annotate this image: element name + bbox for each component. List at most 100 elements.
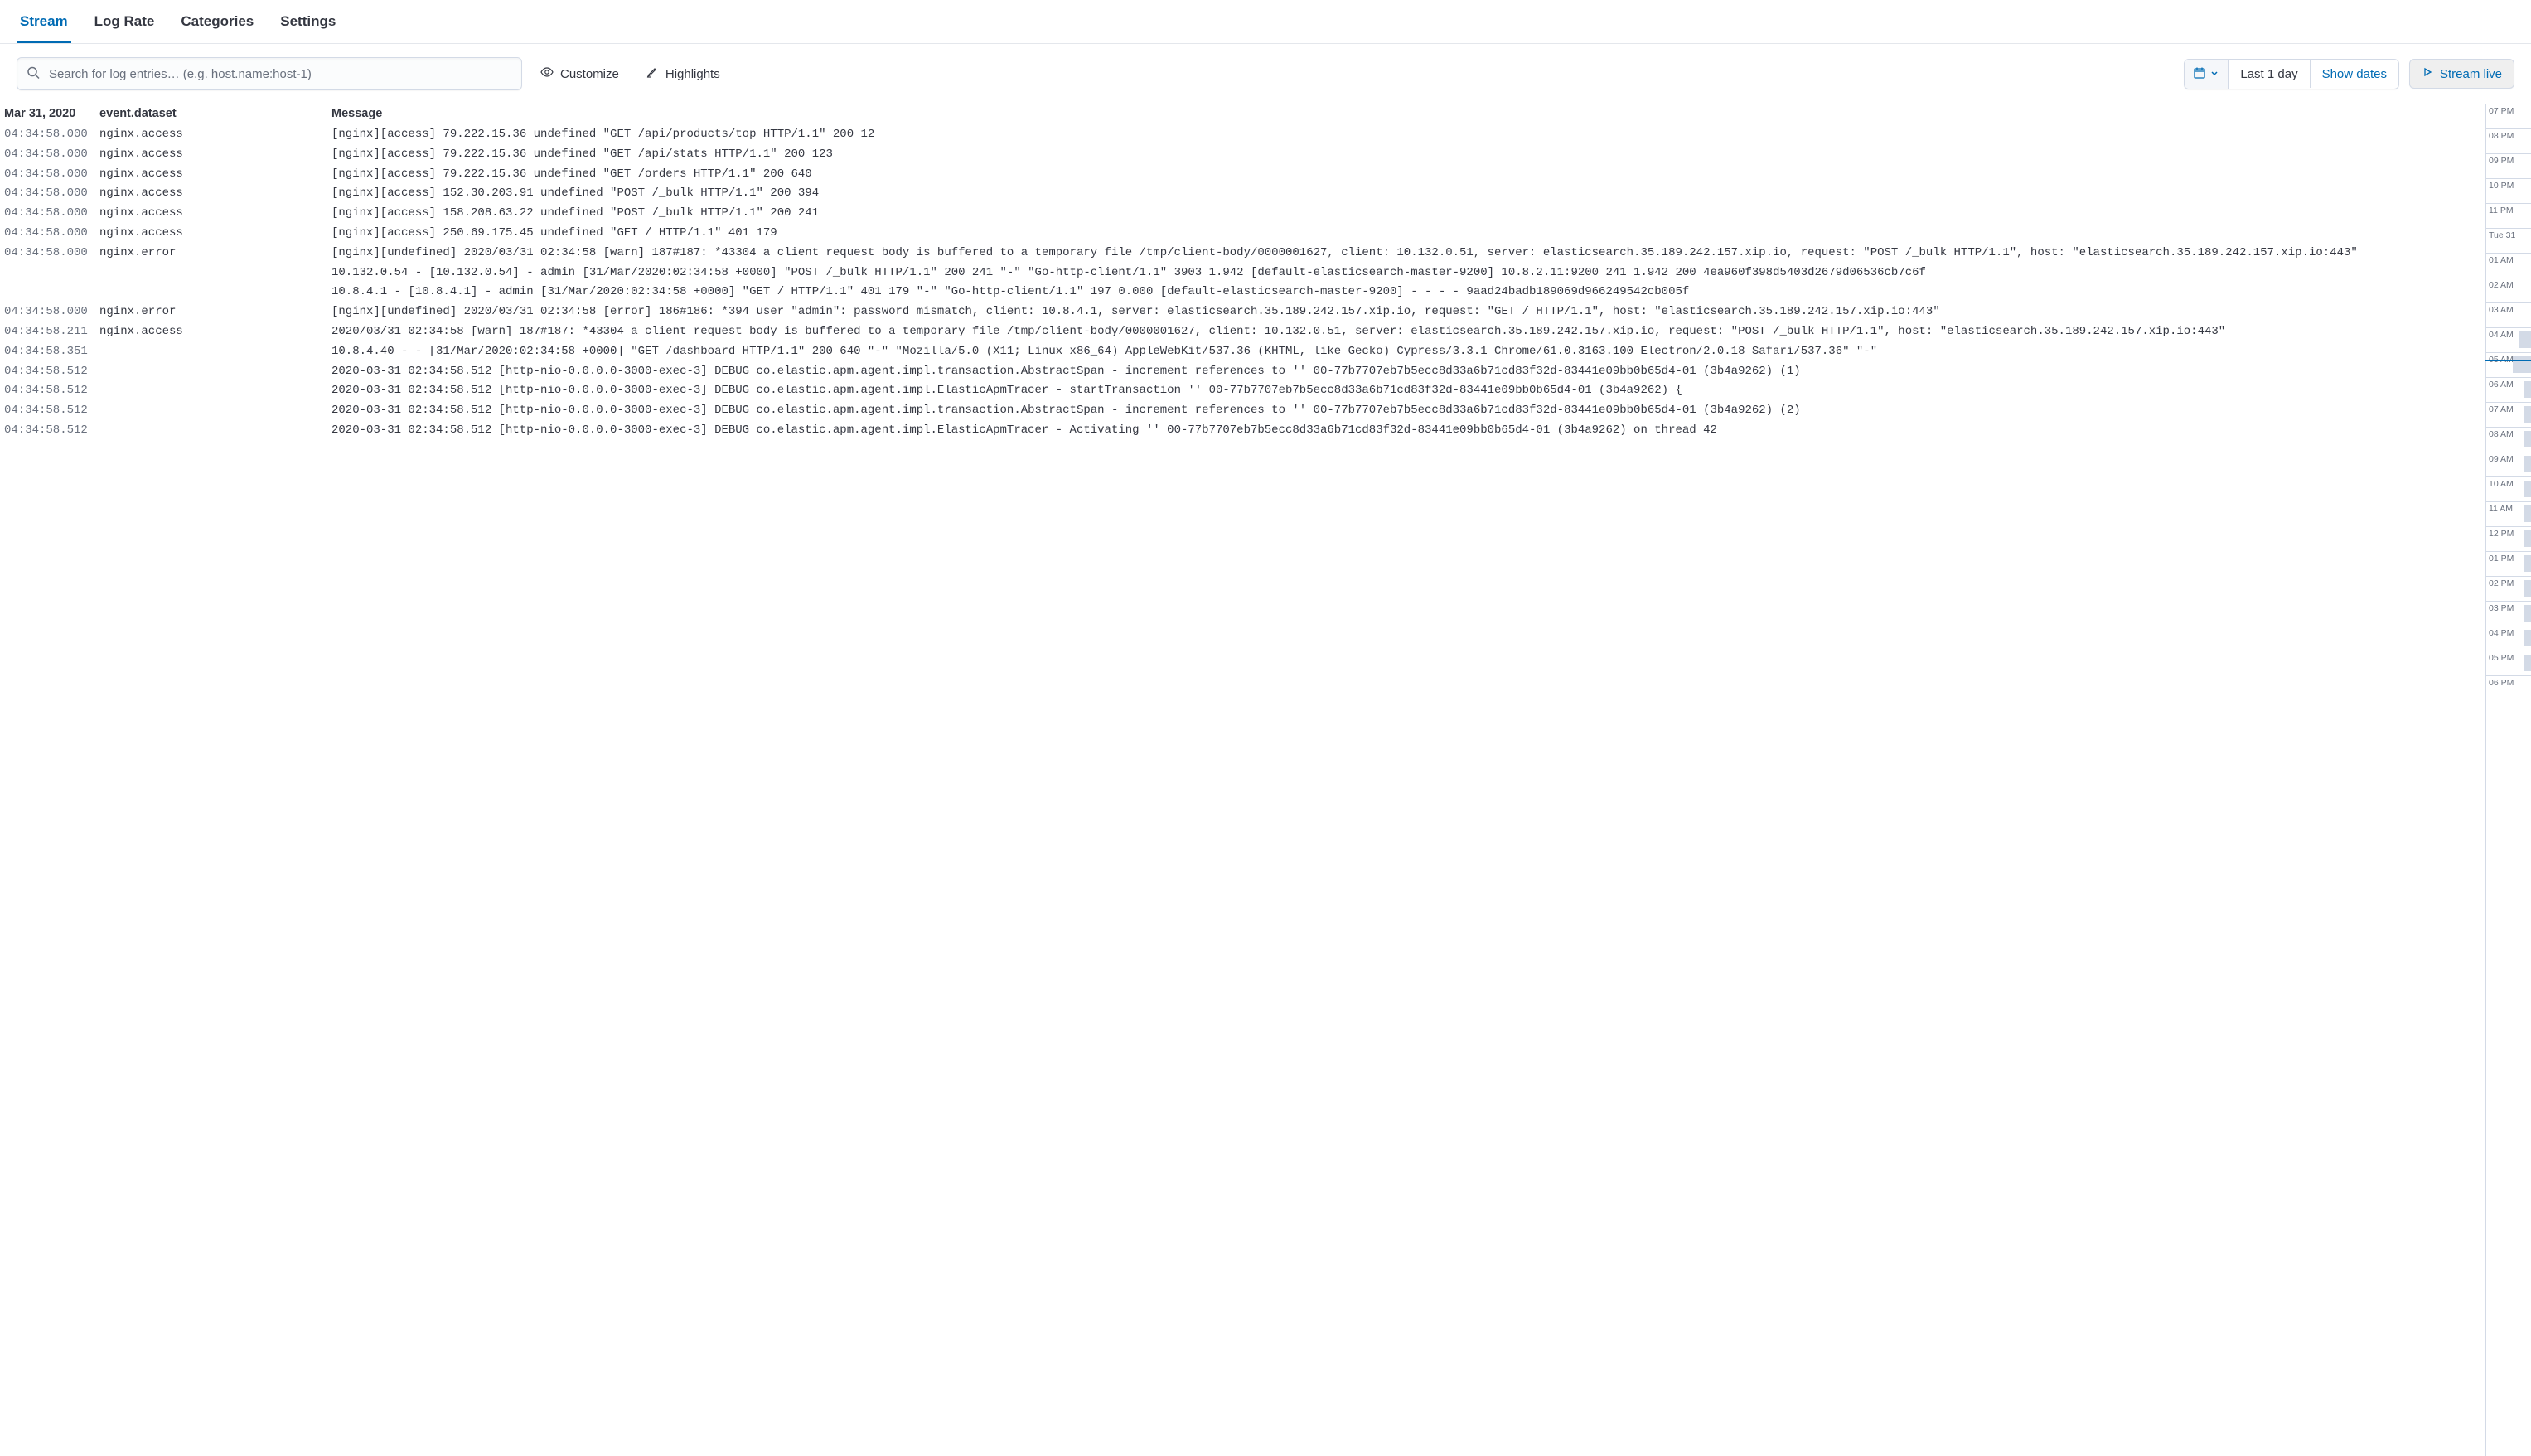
nav-tabs: Stream Log Rate Categories Settings [0, 0, 2531, 44]
timeline-tick[interactable]: 09 AM [2486, 452, 2531, 476]
log-message: [nginx][access] 158.208.63.22 undefined … [331, 204, 2485, 224]
tab-settings[interactable]: Settings [277, 0, 339, 43]
timeline-tick[interactable]: Tue 31 [2486, 228, 2531, 253]
log-dataset [99, 342, 331, 362]
timeline-tick[interactable]: 10 PM [2486, 178, 2531, 203]
log-dataset [99, 421, 331, 441]
log-row[interactable]: 04:34:58.512 2020-03-31 02:34:58.512 [htt… [0, 401, 2485, 421]
log-rows: 04:34:58.000nginx.access[nginx][access] … [0, 117, 2485, 441]
log-row[interactable]: 04:34:58.5122020-03-31 02:34:58.512 [htt… [0, 381, 2485, 401]
log-timestamp: 04:34:58.000 [0, 302, 99, 322]
timeline-tick[interactable]: 04 AM [2486, 327, 2531, 352]
log-row[interactable]: 04:34:58.000nginx.access[nginx][access] … [0, 145, 2485, 165]
log-row[interactable]: 04:34:58.211nginx.access2020/03/31 02:34… [0, 322, 2485, 342]
log-message: 2020-03-31 02:34:58.512 [http-nio-0.0.0.… [331, 401, 2485, 421]
column-header-date[interactable]: Mar 31, 2020 [0, 107, 99, 120]
timeline-tick[interactable]: 08 PM [2486, 128, 2531, 153]
log-message: 2020-03-31 02:34:58.512 [http-nio-0.0.0.… [331, 362, 2485, 382]
timeline-tick[interactable]: 11 AM [2486, 501, 2531, 526]
column-header-message[interactable]: Message [331, 107, 2485, 120]
log-header: Mar 31, 2020 event.dataset Message [0, 104, 2485, 123]
log-dataset: nginx.access [99, 322, 331, 342]
timeline-tick[interactable]: 09 PM [2486, 153, 2531, 178]
timeline-current-marker[interactable] [2485, 360, 2531, 361]
highlighter-icon [646, 65, 659, 82]
log-message: 2020-03-31 02:34:58.512 [http-nio-0.0.0.… [331, 381, 2485, 401]
highlights-button[interactable]: Highlights [637, 59, 728, 89]
timeline-tick[interactable]: 02 PM [2486, 576, 2531, 601]
timeline-tick[interactable]: 04 PM [2486, 626, 2531, 651]
search-input[interactable] [17, 57, 522, 90]
log-timestamp: 04:34:58.512 [0, 421, 99, 441]
timeline-tick[interactable]: 03 PM [2486, 601, 2531, 626]
log-message: 2020-03-31 02:34:58.512 [http-nio-0.0.0.… [331, 421, 2485, 441]
log-message: [nginx][access] 250.69.175.45 undefined … [331, 224, 2485, 244]
log-dataset [99, 362, 331, 382]
toolbar: Customize Highlights Last 1 day Show dat… [0, 44, 2531, 104]
show-dates-button[interactable]: Show dates [2310, 60, 2398, 88]
log-row[interactable]: 04:34:58.000nginx.access[nginx][access] … [0, 125, 2485, 145]
customize-button[interactable]: Customize [532, 59, 627, 89]
timeline-tick[interactable]: 05 AM [2486, 352, 2531, 377]
log-message: [nginx][undefined] 2020/03/31 02:34:58 [… [331, 244, 2485, 302]
log-message: [nginx][access] 79.222.15.36 undefined "… [331, 145, 2485, 165]
log-row[interactable]: 04:34:58.000nginx.access[nginx][access] … [0, 224, 2485, 244]
stream-live-button[interactable]: Stream live [2409, 59, 2514, 89]
search-icon [27, 66, 40, 82]
log-row[interactable]: 04:34:58.000nginx.access[nginx][access] … [0, 165, 2485, 185]
log-row[interactable]: 04:34:58.000nginx.error[nginx][undefined… [0, 302, 2485, 322]
timeline-tick[interactable]: 06 AM [2486, 377, 2531, 402]
search-wrapper [17, 57, 522, 90]
timeline-tick[interactable]: 01 AM [2486, 253, 2531, 278]
timeline-minimap[interactable]: 07 PM08 PM09 PM10 PM11 PMTue 3101 AM02 A… [2485, 104, 2531, 1456]
log-row[interactable]: 04:34:58.512 2020-03-31 02:34:58.512 [htt… [0, 362, 2485, 382]
tab-log-rate[interactable]: Log Rate [91, 0, 158, 43]
log-dataset [99, 401, 331, 421]
log-timestamp: 04:34:58.000 [0, 145, 99, 165]
log-row[interactable]: 04:34:58.35110.8.4.40 - - [31/Mar/2020:0… [0, 342, 2485, 362]
log-dataset: nginx.access [99, 204, 331, 224]
log-dataset: nginx.error [99, 302, 331, 322]
tab-stream[interactable]: Stream [17, 0, 71, 43]
timeline-tick[interactable]: 02 AM [2486, 278, 2531, 302]
log-timestamp: 04:34:58.512 [0, 401, 99, 421]
log-timestamp: 04:34:58.000 [0, 224, 99, 244]
tab-categories[interactable]: Categories [177, 0, 257, 43]
timeline-tick[interactable]: 07 AM [2486, 402, 2531, 427]
log-row[interactable]: 04:34:58.000nginx.access[nginx][access] … [0, 184, 2485, 204]
calendar-icon [2193, 66, 2206, 82]
timeline-tick[interactable]: 07 PM [2486, 104, 2531, 128]
log-dataset: nginx.access [99, 125, 331, 145]
log-dataset: nginx.access [99, 224, 331, 244]
log-stream[interactable]: Mar 31, 2020 event.dataset Message 04:34… [0, 104, 2485, 1456]
timeline-tick[interactable]: 01 PM [2486, 551, 2531, 576]
content-area: Mar 31, 2020 event.dataset Message 04:34… [0, 104, 2531, 1456]
date-picker-calendar-button[interactable] [2185, 60, 2229, 89]
timeline-tick[interactable]: 06 PM [2486, 675, 2531, 700]
log-dataset: nginx.access [99, 165, 331, 185]
eye-icon [540, 65, 554, 82]
log-dataset [99, 381, 331, 401]
log-timestamp: 04:34:58.000 [0, 184, 99, 204]
timeline-tick[interactable]: 10 AM [2486, 476, 2531, 501]
log-timestamp: 04:34:58.000 [0, 244, 99, 302]
log-dataset: nginx.error [99, 244, 331, 302]
log-row[interactable]: 04:34:58.000nginx.error[nginx][undefined… [0, 244, 2485, 302]
timeline-tick[interactable]: 08 AM [2486, 427, 2531, 452]
timeline-tick[interactable]: 12 PM [2486, 526, 2531, 551]
log-row[interactable]: 04:34:58.512 2020-03-31 02:34:58.512 [htt… [0, 421, 2485, 441]
log-message: [nginx][access] 152.30.203.91 undefined … [331, 184, 2485, 204]
log-row[interactable]: 04:34:58.000nginx.access[nginx][access] … [0, 204, 2485, 224]
timeline-tick[interactable]: 03 AM [2486, 302, 2531, 327]
timeline-tick[interactable]: 05 PM [2486, 651, 2531, 675]
timeline-tick[interactable]: 11 PM [2486, 203, 2531, 228]
column-header-dataset[interactable]: event.dataset [99, 107, 331, 120]
log-timestamp: 04:34:58.000 [0, 125, 99, 145]
chevron-down-icon [2209, 67, 2219, 80]
log-timestamp: 04:34:58.512 [0, 362, 99, 382]
date-picker: Last 1 day Show dates [2184, 59, 2399, 89]
date-range-label[interactable]: Last 1 day [2229, 60, 2309, 88]
log-message: [nginx][undefined] 2020/03/31 02:34:58 [… [331, 302, 2485, 322]
log-dataset: nginx.access [99, 184, 331, 204]
log-message: [nginx][access] 79.222.15.36 undefined "… [331, 125, 2485, 145]
